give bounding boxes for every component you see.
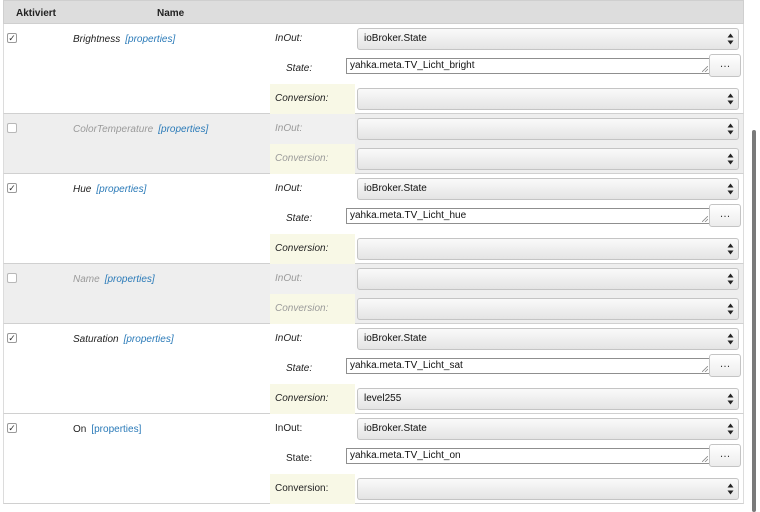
inout-select[interactable] [357,268,739,290]
characteristic-row-name: Name [properties] InOut: Conversion: [3,264,744,324]
select-arrows-icon [727,183,734,195]
conversion-field: Conversion: [270,84,743,114]
conversion-label: Conversion: [270,294,355,324]
inout-label: InOut: [275,183,303,194]
enabled-checkbox[interactable]: ✓ [7,333,17,343]
inout-select[interactable]: ioBroker.State [357,178,739,200]
inout-select[interactable]: ioBroker.State [357,328,739,350]
inout-label: InOut: [275,333,303,344]
conversion-select[interactable] [357,88,739,110]
inout-label: InOut: [275,423,303,434]
select-arrows-icon [727,243,734,255]
enabled-checkbox[interactable]: ✓ [7,33,17,43]
characteristics-table: Aktiviert Name ✓ Brightness [properties] … [3,0,744,504]
properties-link[interactable]: [properties] [125,34,175,45]
characteristic-row-brightness: ✓ Brightness [properties] InOut: ioBroker… [3,24,744,114]
characteristic-name: Brightness [properties] [73,34,176,45]
properties-link[interactable]: [properties] [105,274,155,285]
vertical-scrollbar[interactable] [748,0,760,512]
inout-label: InOut: [270,264,355,294]
select-arrows-icon [727,333,734,345]
select-arrows-icon [727,303,734,315]
select-arrows-icon [727,93,734,105]
select-arrows-icon [727,33,734,45]
enabled-checkbox[interactable]: ✓ [7,423,17,433]
properties-link[interactable]: [properties] [124,334,174,345]
state-browse-button[interactable]: … [709,444,741,467]
characteristic-name: On [properties] [73,424,142,435]
characteristic-row-on: ✓ On [properties] InOut: ioBroker.State S… [3,414,744,504]
properties-link[interactable]: [properties] [96,184,146,195]
characteristic-row-hue: ✓ Hue [properties] InOut: ioBroker.State … [3,174,744,264]
state-input[interactable]: yahka.meta.TV_Licht_on [346,448,710,464]
header-aktiviert: Aktiviert [16,8,57,19]
inout-field: InOut: ioBroker.State [270,414,743,444]
inout-field: InOut: [270,114,743,144]
enabled-checkbox[interactable]: ✓ [7,183,17,193]
characteristic-name: ColorTemperature [properties] [73,124,209,135]
conversion-label: Conversion: [270,384,355,414]
inout-select[interactable]: ioBroker.State [357,28,739,50]
resize-grip-icon [702,456,708,462]
conversion-select[interactable] [357,298,739,320]
conversion-label: Conversion: [270,84,355,114]
characteristic-row-saturation: ✓ Saturation [properties] InOut: ioBroker… [3,324,744,414]
state-input[interactable]: yahka.meta.TV_Licht_hue [346,208,710,224]
select-arrows-icon [727,123,734,135]
inout-field: InOut: ioBroker.State [270,24,743,54]
select-arrows-icon [727,153,734,165]
state-input[interactable]: yahka.meta.TV_Licht_sat [346,358,710,374]
conversion-label: Conversion: [270,474,355,504]
conversion-field: Conversion: [270,294,743,324]
conversion-field: Conversion: level255 [270,384,743,414]
conversion-field: Conversion: [270,234,743,264]
inout-field: InOut: ioBroker.State [270,174,743,204]
conversion-field: Conversion: [270,144,743,174]
resize-grip-icon [702,66,708,72]
state-label: State: [286,453,313,464]
enabled-checkbox[interactable] [7,123,17,133]
inout-label: InOut: [270,114,355,144]
conversion-select[interactable] [357,478,739,500]
conversion-select[interactable] [357,148,739,170]
conversion-select[interactable] [357,238,739,260]
characteristic-name: Hue [properties] [73,184,147,195]
state-browse-button[interactable]: … [709,54,741,77]
characteristic-name: Saturation [properties] [73,334,174,345]
select-arrows-icon [727,423,734,435]
select-arrows-icon [727,483,734,495]
conversion-field: Conversion: [270,474,743,504]
inout-field: InOut: ioBroker.State [270,324,743,354]
conversion-label: Conversion: [270,234,355,264]
header-name: Name [157,8,185,19]
conversion-select[interactable]: level255 [357,388,739,410]
properties-link[interactable]: [properties] [91,424,141,435]
inout-label: InOut: [275,33,303,44]
inout-select[interactable]: ioBroker.State [357,418,739,440]
enabled-checkbox[interactable] [7,273,17,283]
resize-grip-icon [702,216,708,222]
characteristic-row-colortemperature: ColorTemperature [properties] InOut: Conv… [3,114,744,174]
state-browse-button[interactable]: … [709,204,741,227]
inout-select[interactable] [357,118,739,140]
state-label: State: [286,63,313,74]
state-label: State: [286,213,313,224]
state-field: State: yahka.meta.TV_Licht_on … [270,444,743,474]
state-field: State: yahka.meta.TV_Licht_sat … [270,354,743,384]
scrollbar-thumb[interactable] [752,130,756,512]
inout-field: InOut: [270,264,743,294]
characteristic-name: Name [properties] [73,274,155,285]
state-label: State: [286,363,313,374]
state-field: State: yahka.meta.TV_Licht_bright … [270,54,743,84]
state-input[interactable]: yahka.meta.TV_Licht_bright [346,58,710,74]
table-header: Aktiviert Name [3,0,744,24]
select-arrows-icon [727,393,734,405]
resize-grip-icon [702,366,708,372]
properties-link[interactable]: [properties] [158,124,208,135]
state-field: State: yahka.meta.TV_Licht_hue … [270,204,743,234]
select-arrows-icon [727,273,734,285]
conversion-label: Conversion: [270,144,355,174]
state-browse-button[interactable]: … [709,354,741,377]
